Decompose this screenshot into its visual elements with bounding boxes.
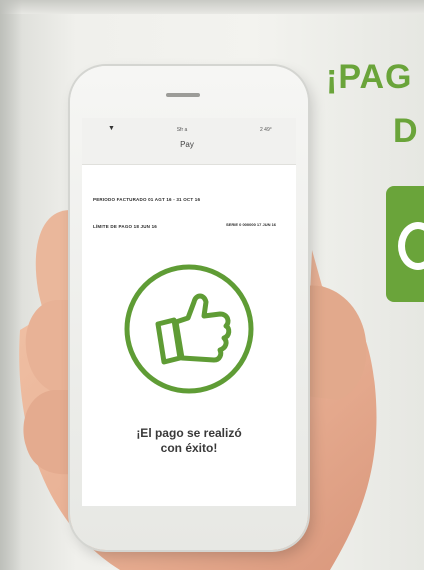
signal-icon: ▼ [108,125,115,132]
payment-limit-row: LÍMITE DE PAGO 18 JUN 16 [93,224,157,229]
photo-scene: ¡PAG D ▼ Sfr a 2 49° Pay PERIODO FACTURA… [0,0,424,570]
carrier-label: Sfr a [176,127,188,133]
billing-period-row: PERIODO FACTURADO 01 AGT 16 - 31 OCT 16 [93,197,201,202]
success-message-line1: ¡El pago se realizó [136,426,242,440]
nav-title: Pay [180,140,194,149]
success-message: ¡El pago se realizó con éxito! [82,426,296,456]
thumbs-up-icon [124,264,254,394]
success-message-line2: con éxito! [160,441,218,455]
phone-chin [70,506,308,550]
status-bar: ▼ Sfr a 2 49° Pay [82,118,296,165]
smartphone: ▼ Sfr a 2 49° Pay PERIODO FACTURADO 01 A… [70,66,308,550]
battery-label: 2 49° [260,127,272,133]
phone-speaker [166,93,200,97]
phone-screen: ▼ Sfr a 2 49° Pay PERIODO FACTURADO 01 A… [82,118,296,506]
reference-info: SERIE 0 000000 17 JUN 16 [226,222,277,227]
